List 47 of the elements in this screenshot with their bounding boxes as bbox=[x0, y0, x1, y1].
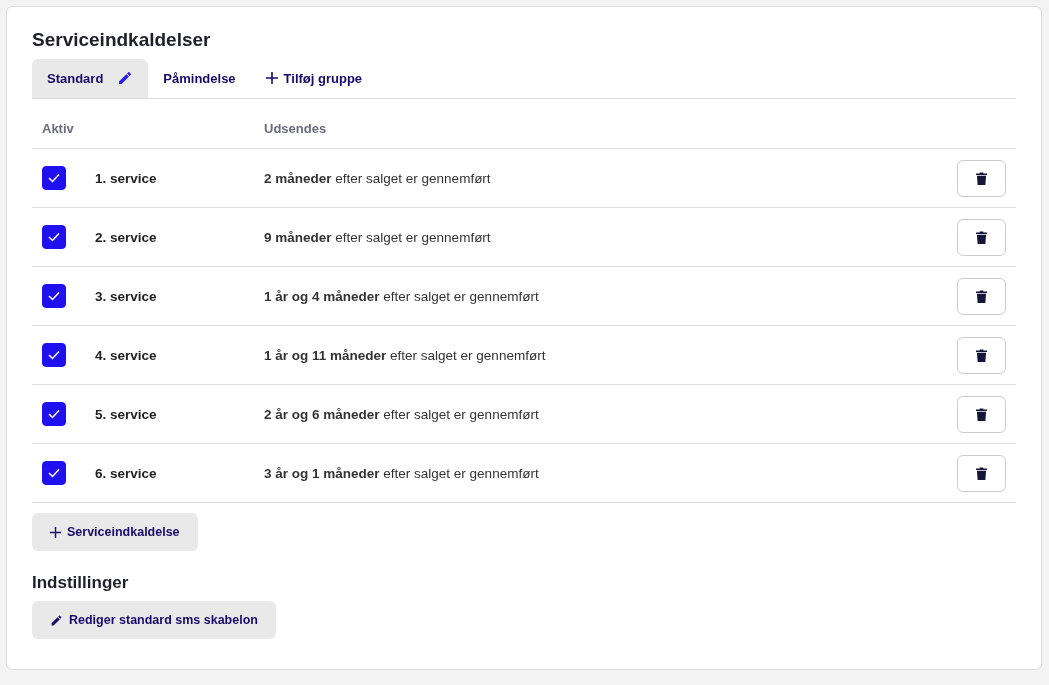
trash-icon bbox=[976, 348, 987, 362]
plus-icon bbox=[50, 526, 61, 538]
pencil-icon bbox=[50, 613, 63, 627]
send-interval: 2 år og 6 måneder efter salget er gennemført bbox=[264, 406, 540, 422]
checkmark-icon bbox=[48, 468, 60, 478]
delete-button[interactable] bbox=[957, 395, 1006, 433]
checkmark-icon bbox=[48, 291, 60, 301]
trash-icon bbox=[976, 466, 987, 480]
send-interval: 1 år og 4 måneder efter salget er gennemført bbox=[264, 288, 540, 304]
service-name: 3. service bbox=[95, 288, 158, 304]
delete-button[interactable] bbox=[957, 218, 1006, 256]
section-title: Indstillinger bbox=[32, 573, 130, 593]
checkmark-icon bbox=[48, 409, 60, 419]
send-interval: 9 måneder efter salget er gennemført bbox=[264, 229, 492, 245]
edit-template-button[interactable]: Rediger standard sms skabelon bbox=[32, 601, 276, 639]
checkbox[interactable] bbox=[42, 343, 66, 367]
checkmark-icon bbox=[48, 173, 60, 183]
send-interval: 1 år og 11 måneder efter salget er gennemført bbox=[264, 347, 547, 363]
column-header: Udsendes bbox=[264, 121, 327, 136]
delete-button[interactable] bbox=[957, 336, 1006, 374]
service-name: 1. service bbox=[95, 170, 158, 186]
service-name: 4. service bbox=[95, 347, 158, 363]
tab[interactable]: Standard bbox=[32, 59, 149, 98]
add-service-button[interactable]: Serviceindkaldelse bbox=[32, 513, 198, 551]
checkbox[interactable] bbox=[42, 225, 66, 249]
trash-icon bbox=[976, 407, 987, 421]
checkmark-icon bbox=[48, 232, 60, 242]
section-title: Serviceindkaldelser bbox=[32, 29, 212, 51]
delete-button[interactable] bbox=[957, 159, 1006, 197]
checkmark-icon bbox=[48, 350, 60, 360]
send-interval: 2 måneder efter salget er gennemført bbox=[264, 170, 492, 186]
plus-icon bbox=[265, 72, 278, 84]
checkbox[interactable] bbox=[42, 166, 66, 190]
pencil-icon[interactable] bbox=[117, 70, 134, 86]
send-interval: 3 år og 1 måneder efter salget er gennemført bbox=[264, 465, 540, 481]
delete-button[interactable] bbox=[957, 277, 1006, 315]
service-name: 6. service bbox=[95, 465, 158, 481]
delete-button[interactable] bbox=[957, 454, 1006, 492]
checkbox[interactable] bbox=[42, 284, 66, 308]
service-name: 2. service bbox=[95, 229, 158, 245]
service-name: 5. service bbox=[95, 406, 158, 422]
trash-icon bbox=[976, 171, 987, 185]
trash-icon bbox=[976, 230, 987, 244]
checkbox[interactable] bbox=[42, 461, 66, 485]
trash-icon bbox=[976, 289, 987, 303]
column-header: Aktiv bbox=[42, 121, 75, 136]
checkbox[interactable] bbox=[42, 402, 66, 426]
